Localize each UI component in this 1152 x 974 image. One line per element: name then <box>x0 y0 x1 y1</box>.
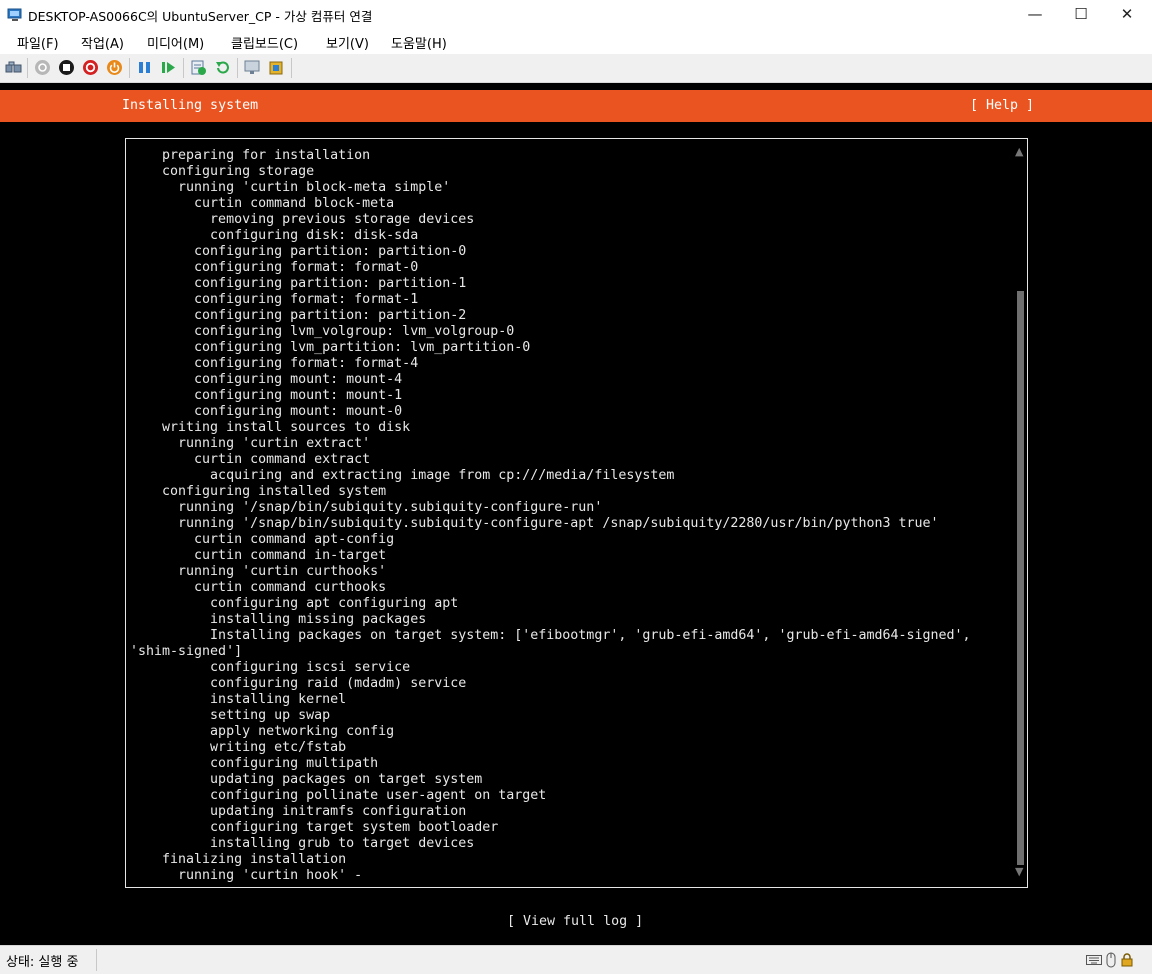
shut-down-icon[interactable] <box>82 59 99 76</box>
log-line: updating packages on target system <box>130 772 483 787</box>
log-line: curtin command extract <box>130 452 371 467</box>
window-title: DESKTOP-AS0066C의 UbuntuServer_CP - 가상 컴퓨… <box>28 9 373 24</box>
menu-action[interactable]: 작업(A) <box>81 33 124 52</box>
log-line: configuring lvm_partition: lvm_partition… <box>130 340 531 355</box>
log-line: configuring format: format-4 <box>130 356 419 371</box>
log-line: finalizing installation <box>130 852 347 867</box>
help-button[interactable]: [ Help ] <box>970 98 1034 113</box>
menu-media[interactable]: 미디어(M) <box>147 33 204 52</box>
vm-screen[interactable]: Installing system [ Help ] preparing for… <box>0 83 1152 945</box>
log-line: running 'curtin extract' <box>130 436 371 451</box>
log-line: configuring partition: partition-2 <box>130 308 467 323</box>
lock-icon <box>1121 953 1133 967</box>
menu-help[interactable]: 도움말(H) <box>391 33 447 52</box>
log-line: configuring storage <box>130 164 315 179</box>
power-icon[interactable] <box>106 59 123 76</box>
log-line: configuring multipath <box>130 756 379 771</box>
scroll-down-icon[interactable]: ▼ <box>1015 865 1023 878</box>
menu-view[interactable]: 보기(V) <box>326 33 369 52</box>
log-scrollbar[interactable] <box>1017 291 1024 865</box>
log-line: curtin command curthooks <box>130 580 387 595</box>
vm-connection-icon <box>7 8 22 21</box>
log-line: configuring lvm_volgroup: lvm_volgroup-0 <box>130 324 515 339</box>
log-line: curtin command in-target <box>130 548 387 563</box>
installer-header: Installing system [ Help ] <box>0 90 1152 122</box>
log-line: running 'curtin block-meta simple' <box>130 180 451 195</box>
log-line: configuring pollinate user-agent on targ… <box>130 788 547 803</box>
mouse-icon <box>1106 952 1116 968</box>
install-log: preparing for installation configuring s… <box>130 148 971 884</box>
pause-icon[interactable] <box>136 59 153 76</box>
log-line: installing grub to target devices <box>130 836 475 851</box>
menu-bar: 파일(F) 작업(A) 미디어(M) 클립보드(C) 보기(V) 도움말(H) <box>0 30 1152 54</box>
view-full-log-button[interactable]: [ View full log ] <box>507 914 643 929</box>
window-titlebar[interactable]: DESKTOP-AS0066C의 UbuntuServer_CP - 가상 컴퓨… <box>0 0 1152 30</box>
log-line: running 'curtin hook' - <box>130 868 363 883</box>
log-line: apply networking config <box>130 724 395 739</box>
log-line: configuring target system bootloader <box>130 820 499 835</box>
log-line: acquiring and extracting image from cp:/… <box>130 468 675 483</box>
maximize-button[interactable]: ☐ <box>1058 0 1104 30</box>
menu-clipboard[interactable]: 클립보드(C) <box>231 33 298 52</box>
installer-title: Installing system <box>122 98 259 113</box>
log-line: curtin command apt-config <box>130 532 395 547</box>
log-line: configuring format: format-1 <box>130 292 419 307</box>
log-line: configuring raid (mdadm) service <box>130 676 467 691</box>
log-line: configuring apt configuring apt <box>130 596 459 611</box>
toolbar <box>0 54 1152 83</box>
log-line: 'shim-signed'] <box>130 644 243 659</box>
checkpoint-icon[interactable] <box>190 59 207 76</box>
log-line: preparing for installation <box>130 148 371 163</box>
log-line: configuring format: format-0 <box>130 260 419 275</box>
log-line: running '/snap/bin/subiquity.subiquity-c… <box>130 516 939 531</box>
scroll-up-icon[interactable]: ▲ <box>1015 145 1023 158</box>
log-line: setting up swap <box>130 708 331 723</box>
log-line: configuring partition: partition-1 <box>130 276 467 291</box>
log-line: curtin command block-meta <box>130 196 395 211</box>
share-icon[interactable] <box>268 59 285 76</box>
log-line: configuring mount: mount-0 <box>130 404 403 419</box>
log-line: updating initramfs configuration <box>130 804 467 819</box>
status-icons <box>1086 952 1134 968</box>
log-line: configuring installed system <box>130 484 387 499</box>
ctrl-alt-del-icon[interactable] <box>5 59 22 76</box>
minimize-button[interactable]: — <box>1012 0 1058 30</box>
menu-file[interactable]: 파일(F) <box>17 33 59 52</box>
revert-icon[interactable] <box>214 59 231 76</box>
log-line: running 'curtin curthooks' <box>130 564 387 579</box>
log-line: installing missing packages <box>130 612 427 627</box>
log-line: writing etc/fstab <box>130 740 347 755</box>
log-line: writing install sources to disk <box>130 420 411 435</box>
turn-off-icon[interactable] <box>58 59 75 76</box>
keyboard-icon <box>1086 955 1102 965</box>
log-line: Installing packages on target system: ['… <box>130 628 971 643</box>
log-line: installing kernel <box>130 692 347 707</box>
enhanced-session-icon[interactable] <box>244 59 261 76</box>
status-text: 상태: 실행 중 <box>6 955 79 970</box>
resume-icon[interactable] <box>160 59 177 76</box>
log-line: configuring mount: mount-4 <box>130 372 403 387</box>
log-line: configuring mount: mount-1 <box>130 388 403 403</box>
close-button[interactable]: ✕ <box>1104 0 1150 30</box>
log-line: running '/snap/bin/subiquity.subiquity-c… <box>130 500 603 515</box>
log-line: configuring iscsi service <box>130 660 411 675</box>
log-line: removing previous storage devices <box>130 212 475 227</box>
install-log-panel[interactable]: preparing for installation configuring s… <box>125 138 1028 888</box>
status-bar: 상태: 실행 중 <box>0 945 1152 974</box>
start-icon[interactable] <box>34 59 51 76</box>
log-line: configuring partition: partition-0 <box>130 244 467 259</box>
log-line: configuring disk: disk-sda <box>130 228 419 243</box>
